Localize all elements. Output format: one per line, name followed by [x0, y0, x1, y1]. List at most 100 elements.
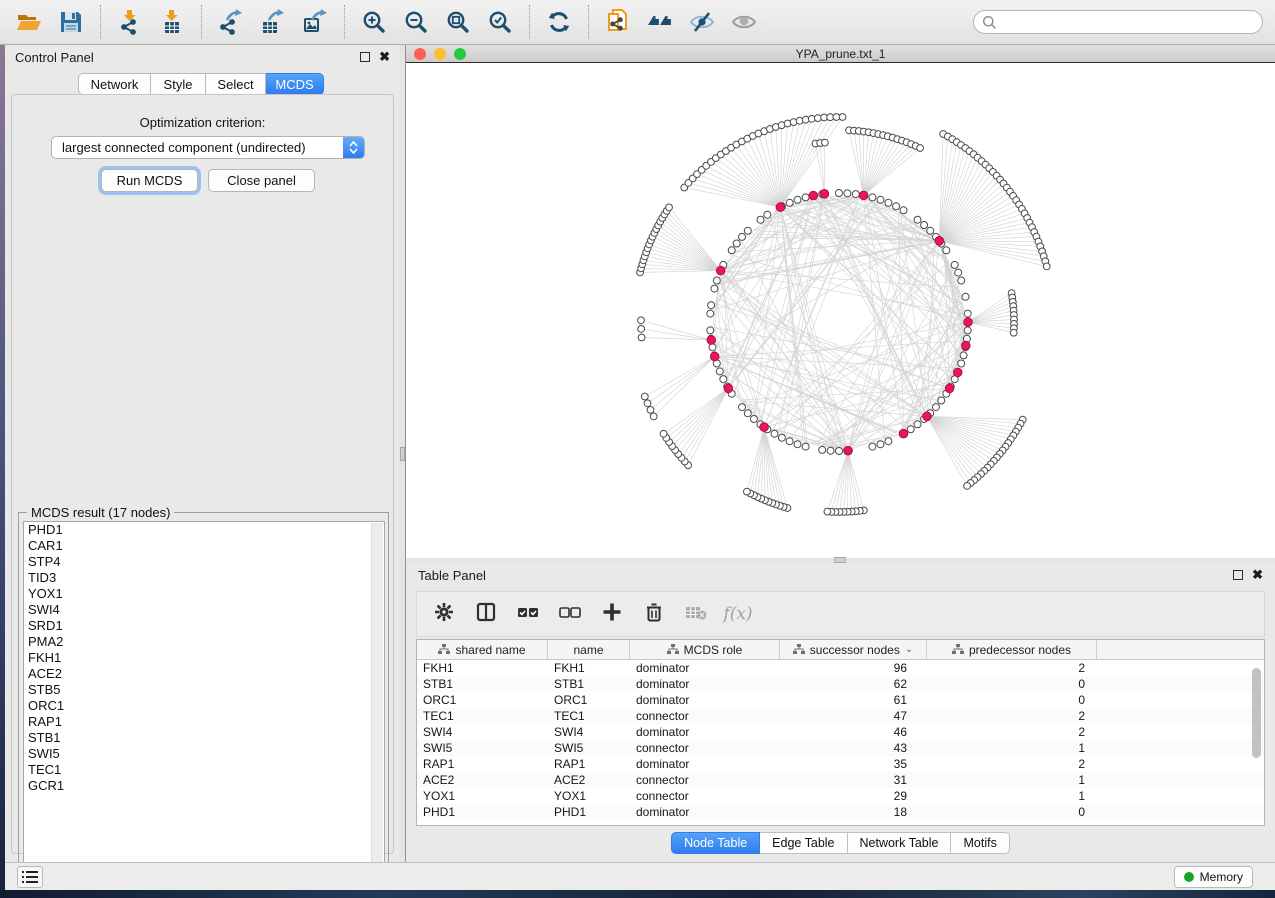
ring-node[interactable]	[943, 247, 950, 254]
mcds-hub-node[interactable]	[899, 429, 908, 438]
column-header-predecessor-nodes[interactable]: predecessor nodes	[927, 640, 1097, 659]
table-row[interactable]: FKH1FKH1dominator962	[417, 660, 1264, 676]
ring-node[interactable]	[927, 227, 934, 234]
ring-node[interactable]	[778, 434, 785, 441]
ring-node[interactable]	[962, 293, 969, 300]
select-all-button[interactable]	[515, 601, 541, 627]
satellite-node[interactable]	[638, 334, 645, 341]
mcds-hub-node[interactable]	[923, 412, 932, 421]
ring-node[interactable]	[713, 277, 720, 284]
criterion-dropdown[interactable]: largest connected component (undirected)	[51, 136, 365, 159]
search-box[interactable]	[973, 10, 1263, 34]
mcds-hub-node[interactable]	[820, 190, 829, 199]
export-network-button[interactable]	[212, 4, 250, 40]
column-header-shared-name[interactable]: shared name	[417, 640, 548, 659]
satellite-node[interactable]	[824, 508, 831, 515]
ring-node[interactable]	[938, 397, 945, 404]
mcds-result-item[interactable]: GCR1	[24, 778, 384, 794]
ring-node[interactable]	[885, 199, 892, 206]
ring-node[interactable]	[877, 196, 884, 203]
mcds-hub-node[interactable]	[962, 341, 971, 350]
network-window-titlebar[interactable]: YPA_prune.txt_1	[406, 45, 1275, 63]
close-panel-icon[interactable]: ✖	[379, 52, 390, 62]
float-window-icon[interactable]	[1233, 570, 1243, 580]
mcds-result-item[interactable]: ACE2	[24, 666, 384, 682]
mcds-result-item[interactable]: CAR1	[24, 538, 384, 554]
tab-style[interactable]: Style	[151, 73, 206, 95]
splitter-handle[interactable]	[400, 447, 405, 461]
zoom-in-button[interactable]	[355, 4, 393, 40]
ring-node[interactable]	[794, 196, 801, 203]
mcds-result-item[interactable]: STB5	[24, 682, 384, 698]
mcds-result-list[interactable]: PHD1CAR1STP4TID3YOX1SWI4SRD1PMA2FKH1ACE2…	[23, 521, 385, 879]
new-network-from-selection-button[interactable]	[599, 4, 637, 40]
delete-button[interactable]	[641, 601, 667, 627]
export-table-button[interactable]	[254, 4, 292, 40]
ring-node[interactable]	[744, 227, 751, 234]
satellite-node[interactable]	[822, 139, 829, 146]
mcds-result-item[interactable]: STB1	[24, 730, 384, 746]
satellite-node[interactable]	[641, 393, 648, 400]
ring-node[interactable]	[964, 310, 971, 317]
deselect-all-button[interactable]	[557, 601, 583, 627]
ring-node[interactable]	[764, 211, 771, 218]
mcds-result-item[interactable]: ORC1	[24, 698, 384, 714]
ring-node[interactable]	[836, 448, 843, 455]
mcds-result-item[interactable]: SWI5	[24, 746, 384, 762]
tab-edge-table[interactable]: Edge Table	[760, 832, 847, 854]
ring-node[interactable]	[709, 344, 716, 351]
ring-node[interactable]	[802, 443, 809, 450]
ring-node[interactable]	[707, 327, 714, 334]
ring-node[interactable]	[869, 194, 876, 201]
tab-mcds[interactable]: MCDS	[266, 73, 324, 95]
satellite-node[interactable]	[1010, 329, 1017, 336]
ring-node[interactable]	[907, 426, 914, 433]
first-neighbors-button[interactable]	[641, 4, 679, 40]
column-header-name[interactable]: name	[548, 640, 630, 659]
table-row[interactable]: PHD1PHD1dominator180	[417, 804, 1264, 820]
table-row[interactable]: RAP1RAP1dominator352	[417, 756, 1264, 772]
ring-node[interactable]	[900, 207, 907, 214]
satellite-node[interactable]	[1043, 263, 1050, 270]
ring-node[interactable]	[877, 441, 884, 448]
ring-node[interactable]	[914, 216, 921, 223]
import-table-button[interactable]	[153, 4, 191, 40]
network-graph[interactable]	[406, 63, 1275, 558]
memory-button[interactable]: Memory	[1174, 866, 1253, 888]
ring-node[interactable]	[744, 410, 751, 417]
ring-node[interactable]	[711, 285, 718, 292]
task-history-button[interactable]	[17, 866, 43, 888]
mcds-result-item[interactable]: SWI4	[24, 602, 384, 618]
mcds-result-item[interactable]: TEC1	[24, 762, 384, 778]
ring-node[interactable]	[960, 352, 967, 359]
mcds-hub-node[interactable]	[809, 191, 818, 200]
ring-node[interactable]	[771, 430, 778, 437]
tab-motifs[interactable]: Motifs	[951, 832, 1009, 854]
mcds-hub-node[interactable]	[859, 191, 868, 200]
ring-node[interactable]	[720, 376, 727, 383]
ring-node[interactable]	[819, 446, 826, 453]
mcds-result-item[interactable]: FKH1	[24, 650, 384, 666]
node-table[interactable]: shared namename MCDS role successor node…	[416, 639, 1265, 826]
table-row[interactable]: STB1STB1dominator620	[417, 676, 1264, 692]
mcds-hub-node[interactable]	[945, 384, 954, 393]
columns-button[interactable]	[473, 601, 499, 627]
table-row[interactable]: SWI4SWI4dominator462	[417, 724, 1264, 740]
import-network-button[interactable]	[111, 4, 149, 40]
table-row[interactable]: ACE2ACE2connector311	[417, 772, 1264, 788]
ring-node[interactable]	[958, 360, 965, 367]
column-header-MCDS-role[interactable]: MCDS role	[630, 640, 780, 659]
tab-network-table[interactable]: Network Table	[848, 832, 952, 854]
ring-node[interactable]	[869, 443, 876, 450]
run-mcds-button[interactable]: Run MCDS	[101, 169, 198, 192]
mcds-hub-node[interactable]	[964, 318, 973, 327]
ring-node[interactable]	[933, 404, 940, 411]
zoom-selected-button[interactable]	[481, 4, 519, 40]
tab-network[interactable]: Network	[78, 73, 151, 95]
close-panel-button[interactable]: Close panel	[208, 169, 315, 192]
mcds-hub-node[interactable]	[716, 266, 725, 275]
mcds-hub-node[interactable]	[953, 368, 962, 377]
mcds-result-item[interactable]: PMA2	[24, 634, 384, 650]
ring-node[interactable]	[893, 203, 900, 210]
ring-node[interactable]	[844, 190, 851, 197]
